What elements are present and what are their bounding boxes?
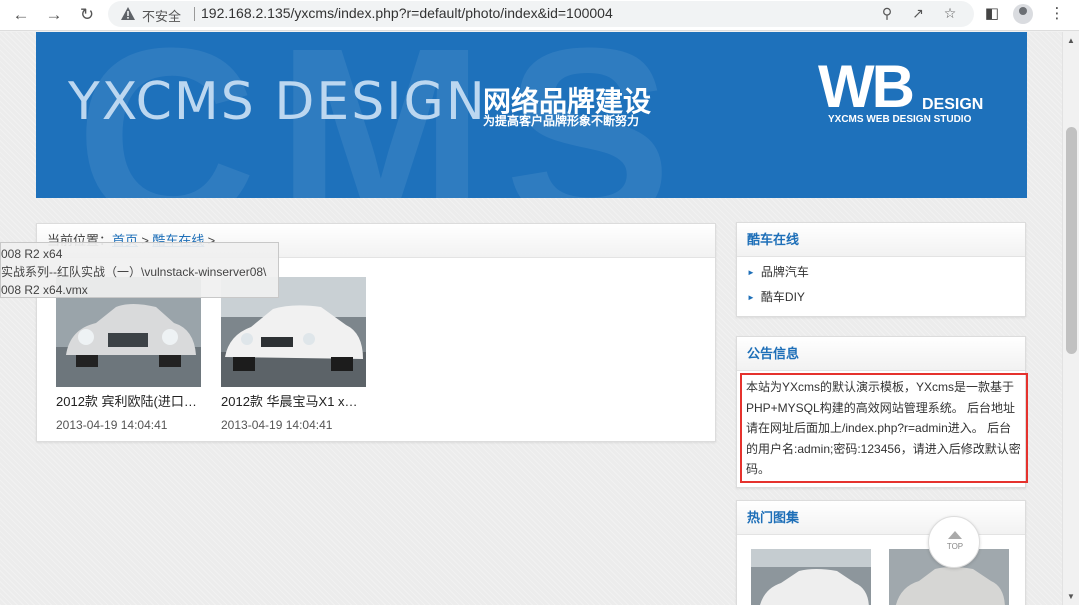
wb-logo: WB: [818, 53, 915, 120]
security-label[interactable]: 不安全: [142, 6, 181, 25]
notice-text: 本站为YXcms的默认演示模板，YXcms是一款基于PHP+MYSQL构建的高效…: [740, 373, 1028, 483]
banner-subtitle: 为提高客户品牌形象不断努力: [483, 114, 640, 128]
sidebar-item-label[interactable]: 品牌汽车: [761, 265, 809, 279]
back-icon[interactable]: ←: [10, 4, 32, 26]
bullet-icon: ►: [747, 268, 755, 277]
profile-avatar[interactable]: [1013, 4, 1033, 24]
tooltip-line: 008 R2 x64: [1, 247, 63, 261]
bullet-icon: ►: [747, 293, 755, 302]
share-icon[interactable]: ↗: [909, 5, 927, 22]
up-arrow-icon: [948, 531, 962, 539]
address-bar[interactable]: 不安全 192.168.2.135/yxcms/index.php?r=defa…: [108, 1, 974, 27]
brand-text: YXCMS DESIGN: [68, 72, 487, 132]
sidebar-notice-title: 公告信息: [747, 346, 800, 361]
page-viewport: CMS YXCMS DESIGN 网络品牌建设 为提高客户品牌形象不断努力 WB…: [0, 32, 1062, 605]
menu-icon[interactable]: ⋮: [1046, 4, 1068, 22]
back-to-top-button[interactable]: TOP: [928, 516, 980, 568]
sidebar-item-brand-cars[interactable]: ► 品牌汽车: [737, 260, 1025, 285]
sidebar-gallery-panel: 热门图集: [736, 500, 1026, 605]
car-image: [751, 549, 871, 605]
warning-icon[interactable]: [120, 6, 136, 22]
divider: [194, 7, 195, 21]
sidebar-item-car-diy[interactable]: ► 酷车DIY: [737, 285, 1025, 310]
site-banner: CMS YXCMS DESIGN 网络品牌建设 为提高客户品牌形象不断努力 WB…: [36, 32, 1027, 198]
sidebar-notice-panel: 公告信息 本站为YXcms的默认演示模板，YXcms是一款基于PHP+MYSQL…: [736, 336, 1028, 488]
tooltip-line: 实战系列--红队实战（一）\vulnstack-winserver08\: [1, 265, 267, 279]
photo-date: 2013-04-19 14:04:41: [56, 418, 168, 432]
sidebar-gallery-header: 热门图集: [737, 501, 1025, 535]
star-icon[interactable]: ☆: [941, 5, 959, 22]
wb-logo-subtitle: YXCMS WEB DESIGN STUDIO: [828, 114, 972, 125]
photo-date: 2013-04-19 14:04:41: [221, 418, 333, 432]
sidebar-cars-panel: 酷车在线 ► 品牌汽车 ► 酷车DIY: [736, 222, 1026, 317]
key-icon[interactable]: ⚲: [878, 5, 896, 22]
photo-title[interactable]: 2012款 华晨宝马X1 x…: [221, 391, 366, 410]
url-text[interactable]: 192.168.2.135/yxcms/index.php?r=default/…: [201, 5, 613, 21]
sidebar-cars-title[interactable]: 酷车在线: [747, 232, 799, 247]
gallery-thumbnail[interactable]: [751, 549, 871, 605]
sidebar-notice-header: 公告信息: [737, 337, 1025, 371]
photo-item[interactable]: 2012款 宾利欧陆(进口… 2013-04-19 14:04:41: [56, 277, 206, 432]
file-tooltip: 008 R2 x64 实战系列--红队实战（一）\vulnstack-winse…: [0, 242, 279, 298]
photo-title[interactable]: 2012款 宾利欧陆(进口…: [56, 391, 201, 410]
scroll-up-icon[interactable]: ▲: [1067, 36, 1075, 45]
wb-logo-design: DESIGN: [922, 96, 984, 113]
tooltip-line: 008 R2 x64.vmx: [1, 283, 88, 297]
scroll-down-icon[interactable]: ▼: [1067, 592, 1075, 601]
sidebar-item-label[interactable]: 酷车DIY: [761, 290, 805, 304]
sidebar-gallery-title: 热门图集: [747, 510, 800, 525]
forward-icon[interactable]: →: [43, 4, 65, 26]
sidebar-cars-header: 酷车在线: [737, 223, 1025, 257]
sidebar-cars-list: ► 品牌汽车 ► 酷车DIY: [737, 257, 1025, 310]
scrollbar-thumb[interactable]: [1066, 127, 1077, 354]
browser-toolbar: ← → ↻ 不安全 192.168.2.135/yxcms/index.php?…: [0, 0, 1079, 31]
sidebar-toggle-icon[interactable]: ◧: [981, 4, 1003, 22]
vertical-scrollbar[interactable]: ▲ ▼: [1062, 32, 1079, 605]
reload-icon[interactable]: ↻: [76, 4, 98, 26]
back-to-top-label: TOP: [946, 542, 964, 551]
photo-item[interactable]: 2012款 华晨宝马X1 x… 2013-04-19 14:04:41: [221, 277, 371, 432]
